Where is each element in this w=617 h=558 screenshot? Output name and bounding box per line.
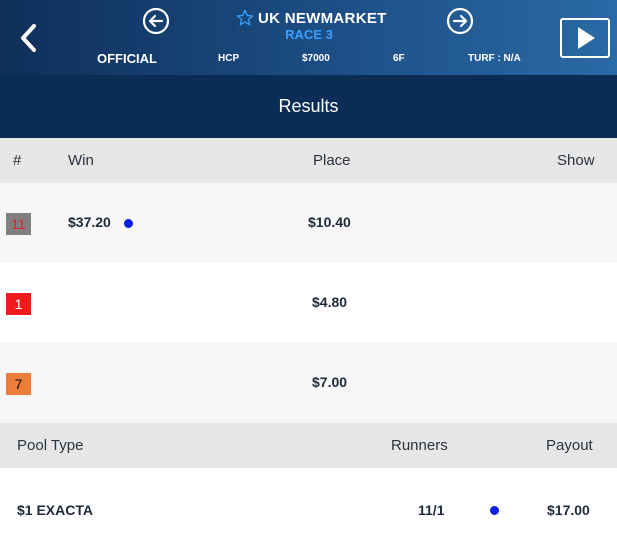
- back-button[interactable]: [14, 20, 46, 56]
- race-header: UK NEWMARKET RACE 3 OFFICIAL HCP $7000 6…: [0, 0, 617, 75]
- col-place: Place: [313, 152, 351, 169]
- col-payout: Payout: [546, 437, 593, 454]
- pool-payout: $17.00: [547, 502, 590, 518]
- status-dot-icon: [124, 219, 133, 228]
- race-status: OFFICIAL: [97, 51, 157, 66]
- col-win: Win: [68, 152, 94, 169]
- pools-column-header: Pool Type Runners Payout: [0, 423, 617, 468]
- star-outline-icon[interactable]: [236, 9, 254, 27]
- play-icon: [578, 27, 595, 49]
- place-payout: $10.40: [308, 214, 351, 230]
- place-payout: $4.80: [312, 294, 348, 310]
- track-title: UK NEWMARKET: [236, 8, 396, 28]
- previous-race-button[interactable]: [142, 7, 170, 35]
- video-replay-button[interactable]: [560, 18, 610, 58]
- track-name: UK NEWMARKET: [258, 9, 387, 27]
- race-purse: $7000: [302, 53, 330, 64]
- win-payout: $37.20: [68, 214, 111, 230]
- race-number: RACE 3: [285, 27, 333, 42]
- result-row: 7 $7.00: [0, 343, 617, 423]
- arrow-right-circle-icon: [446, 7, 474, 35]
- results-title-bar: Results: [0, 75, 617, 138]
- pool-row: $1 EXACTA 11/1 $17.00: [0, 468, 617, 553]
- place-payout: $7.00: [312, 374, 348, 390]
- results-title: Results: [278, 96, 339, 116]
- chevron-left-icon: [21, 24, 36, 52]
- program-number-badge: 7: [6, 373, 31, 395]
- next-race-button[interactable]: [446, 7, 474, 35]
- race-type: HCP: [218, 53, 240, 64]
- pool-type: $1 EXACTA: [17, 502, 93, 518]
- result-row: 11 $37.20 $10.40: [0, 183, 617, 263]
- status-dot-icon: [490, 506, 499, 515]
- pool-runners: 11/1: [418, 502, 445, 518]
- col-runners: Runners: [391, 437, 448, 454]
- results-column-header: # Win Place Show: [0, 138, 617, 183]
- program-number-badge: 1: [6, 293, 31, 315]
- col-pool-type: Pool Type: [17, 437, 84, 454]
- col-num: #: [13, 152, 22, 169]
- arrow-left-circle-icon: [142, 7, 170, 35]
- race-surface: TURF : N/A: [468, 53, 521, 64]
- program-number-badge: 11: [6, 213, 31, 235]
- result-row: 1 $4.80: [0, 263, 617, 343]
- col-show: Show: [557, 152, 595, 169]
- race-distance: 6F: [393, 53, 405, 64]
